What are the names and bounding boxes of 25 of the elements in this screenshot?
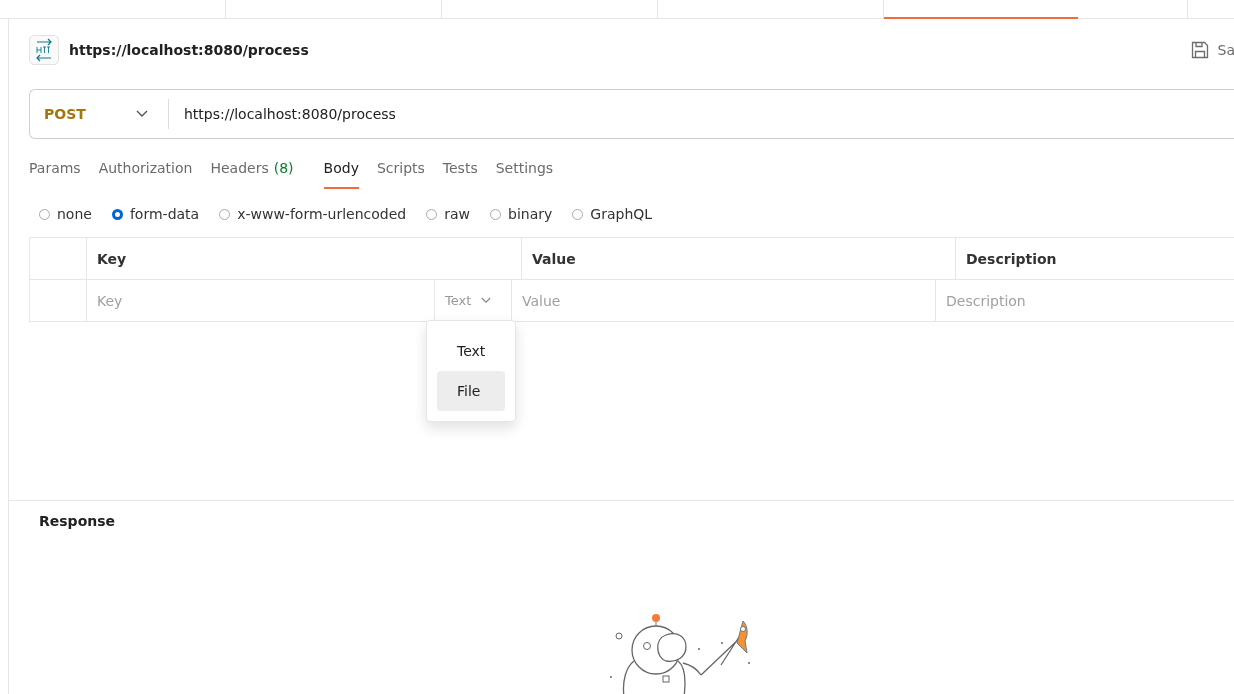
save-button[interactable]: Sa	[1189, 40, 1234, 60]
description-field[interactable]: Description	[936, 280, 1234, 321]
chevron-down-icon	[136, 110, 148, 118]
chevron-down-icon	[481, 297, 492, 304]
key-field[interactable]: Key	[87, 280, 435, 321]
menu-item[interactable]: Text	[437, 331, 505, 371]
column-header: Description	[965, 249, 1058, 269]
request-tab[interactable]: Body	[323, 149, 359, 189]
request-title: https://localhost:8080/process	[69, 42, 309, 58]
body-type-radio[interactable]: form-data	[111, 206, 200, 222]
body-type-radio[interactable]: GraphQL	[572, 206, 653, 222]
save-icon	[1189, 40, 1210, 60]
request-url-bar[interactable]: POST https://localhost:8080/process	[29, 89, 1234, 139]
url-field[interactable]: https://localhost:8080/process	[169, 105, 1234, 123]
column-header: Value	[522, 238, 956, 279]
method-dropdown[interactable]: POST	[30, 99, 169, 129]
column-header: Key	[87, 238, 522, 279]
menu-item[interactable]: File	[437, 371, 505, 411]
response-title: Response	[39, 513, 117, 529]
http-icon	[29, 35, 59, 65]
body-type-radio[interactable]: binary	[490, 206, 553, 222]
body-type-radio[interactable]: none	[39, 206, 92, 222]
body-type-radio[interactable]: raw	[426, 206, 471, 222]
value-field[interactable]: Value	[512, 280, 935, 321]
body-type-radio[interactable]: x-www-form-urlencoded	[219, 206, 407, 222]
